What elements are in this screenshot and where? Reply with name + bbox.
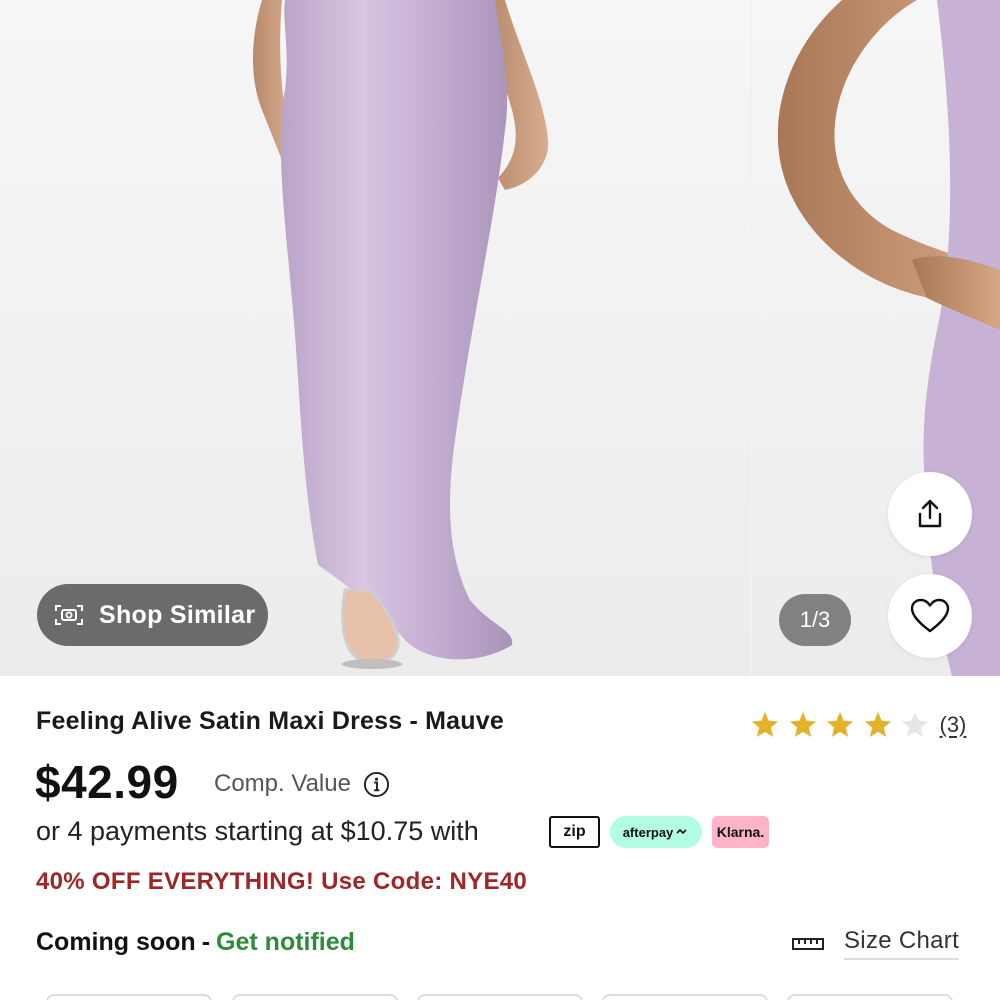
afterpay-logo: afterpay bbox=[622, 824, 674, 840]
coming-soon-label: Coming soon bbox=[36, 928, 196, 956]
size-option[interactable] bbox=[417, 994, 583, 1000]
dress-photo bbox=[253, 0, 549, 669]
size-chart-label: Size Chart bbox=[844, 927, 960, 960]
size-options-row bbox=[0, 990, 1000, 1000]
promo-banner: 40% OFF EVERYTHING! Use Code: NYE40 bbox=[36, 868, 528, 895]
star-filled-icon bbox=[789, 711, 816, 737]
comp-value[interactable]: Comp. Value bbox=[214, 770, 390, 798]
star-empty-icon bbox=[901, 711, 929, 737]
size-option[interactable] bbox=[787, 994, 953, 1000]
availability-status: Coming soon - Get notified bbox=[36, 928, 355, 957]
camera-scan-icon bbox=[54, 603, 86, 627]
installment-payments: or 4 payments starting at $10.75 with bbox=[36, 816, 479, 847]
shop-similar-button[interactable]: Shop Similar bbox=[37, 584, 268, 646]
separator: - bbox=[201, 928, 211, 956]
klarna-logo: Klarna. bbox=[716, 824, 765, 840]
review-count[interactable]: (3) bbox=[940, 712, 967, 738]
size-option[interactable] bbox=[46, 994, 212, 1000]
zip-logo: zip bbox=[563, 823, 586, 840]
product-image-gallery[interactable]: Shop Similar 1/3 bbox=[0, 0, 1000, 676]
zip-badge[interactable]: zip bbox=[549, 816, 600, 848]
star-filled-icon bbox=[826, 711, 854, 737]
afterpay-badge[interactable]: afterpay bbox=[610, 816, 702, 848]
shop-similar-label: Shop Similar bbox=[99, 600, 256, 629]
ruler-icon bbox=[792, 937, 824, 950]
share-button[interactable] bbox=[888, 472, 972, 556]
size-option[interactable] bbox=[602, 994, 768, 1000]
product-price: $42.99 bbox=[35, 756, 179, 808]
product-photo-next[interactable] bbox=[752, 0, 1000, 676]
share-icon bbox=[918, 499, 942, 528]
product-photo-main[interactable] bbox=[0, 0, 750, 676]
get-notified-link[interactable]: Get notified bbox=[216, 928, 355, 956]
klarna-badge[interactable]: Klarna. bbox=[712, 816, 769, 848]
image-counter: 1/3 bbox=[779, 594, 851, 646]
wishlist-button[interactable] bbox=[888, 574, 972, 658]
product-title: Feeling Alive Satin Maxi Dress - Mauve bbox=[36, 707, 504, 735]
size-option[interactable] bbox=[232, 994, 398, 1000]
dress-photo-side bbox=[777, 0, 1000, 676]
product-rating[interactable]: (3) bbox=[750, 710, 966, 740]
heart-icon bbox=[910, 598, 950, 633]
star-filled-icon bbox=[864, 711, 891, 737]
afterpay-arrows-icon bbox=[676, 828, 687, 835]
size-chart-link[interactable]: Size Chart bbox=[792, 927, 960, 960]
info-icon[interactable] bbox=[363, 771, 390, 798]
payments-text: or 4 payments starting at $10.75 with bbox=[36, 816, 479, 846]
star-filled-icon bbox=[751, 711, 779, 737]
comp-value-label: Comp. Value bbox=[214, 770, 351, 797]
